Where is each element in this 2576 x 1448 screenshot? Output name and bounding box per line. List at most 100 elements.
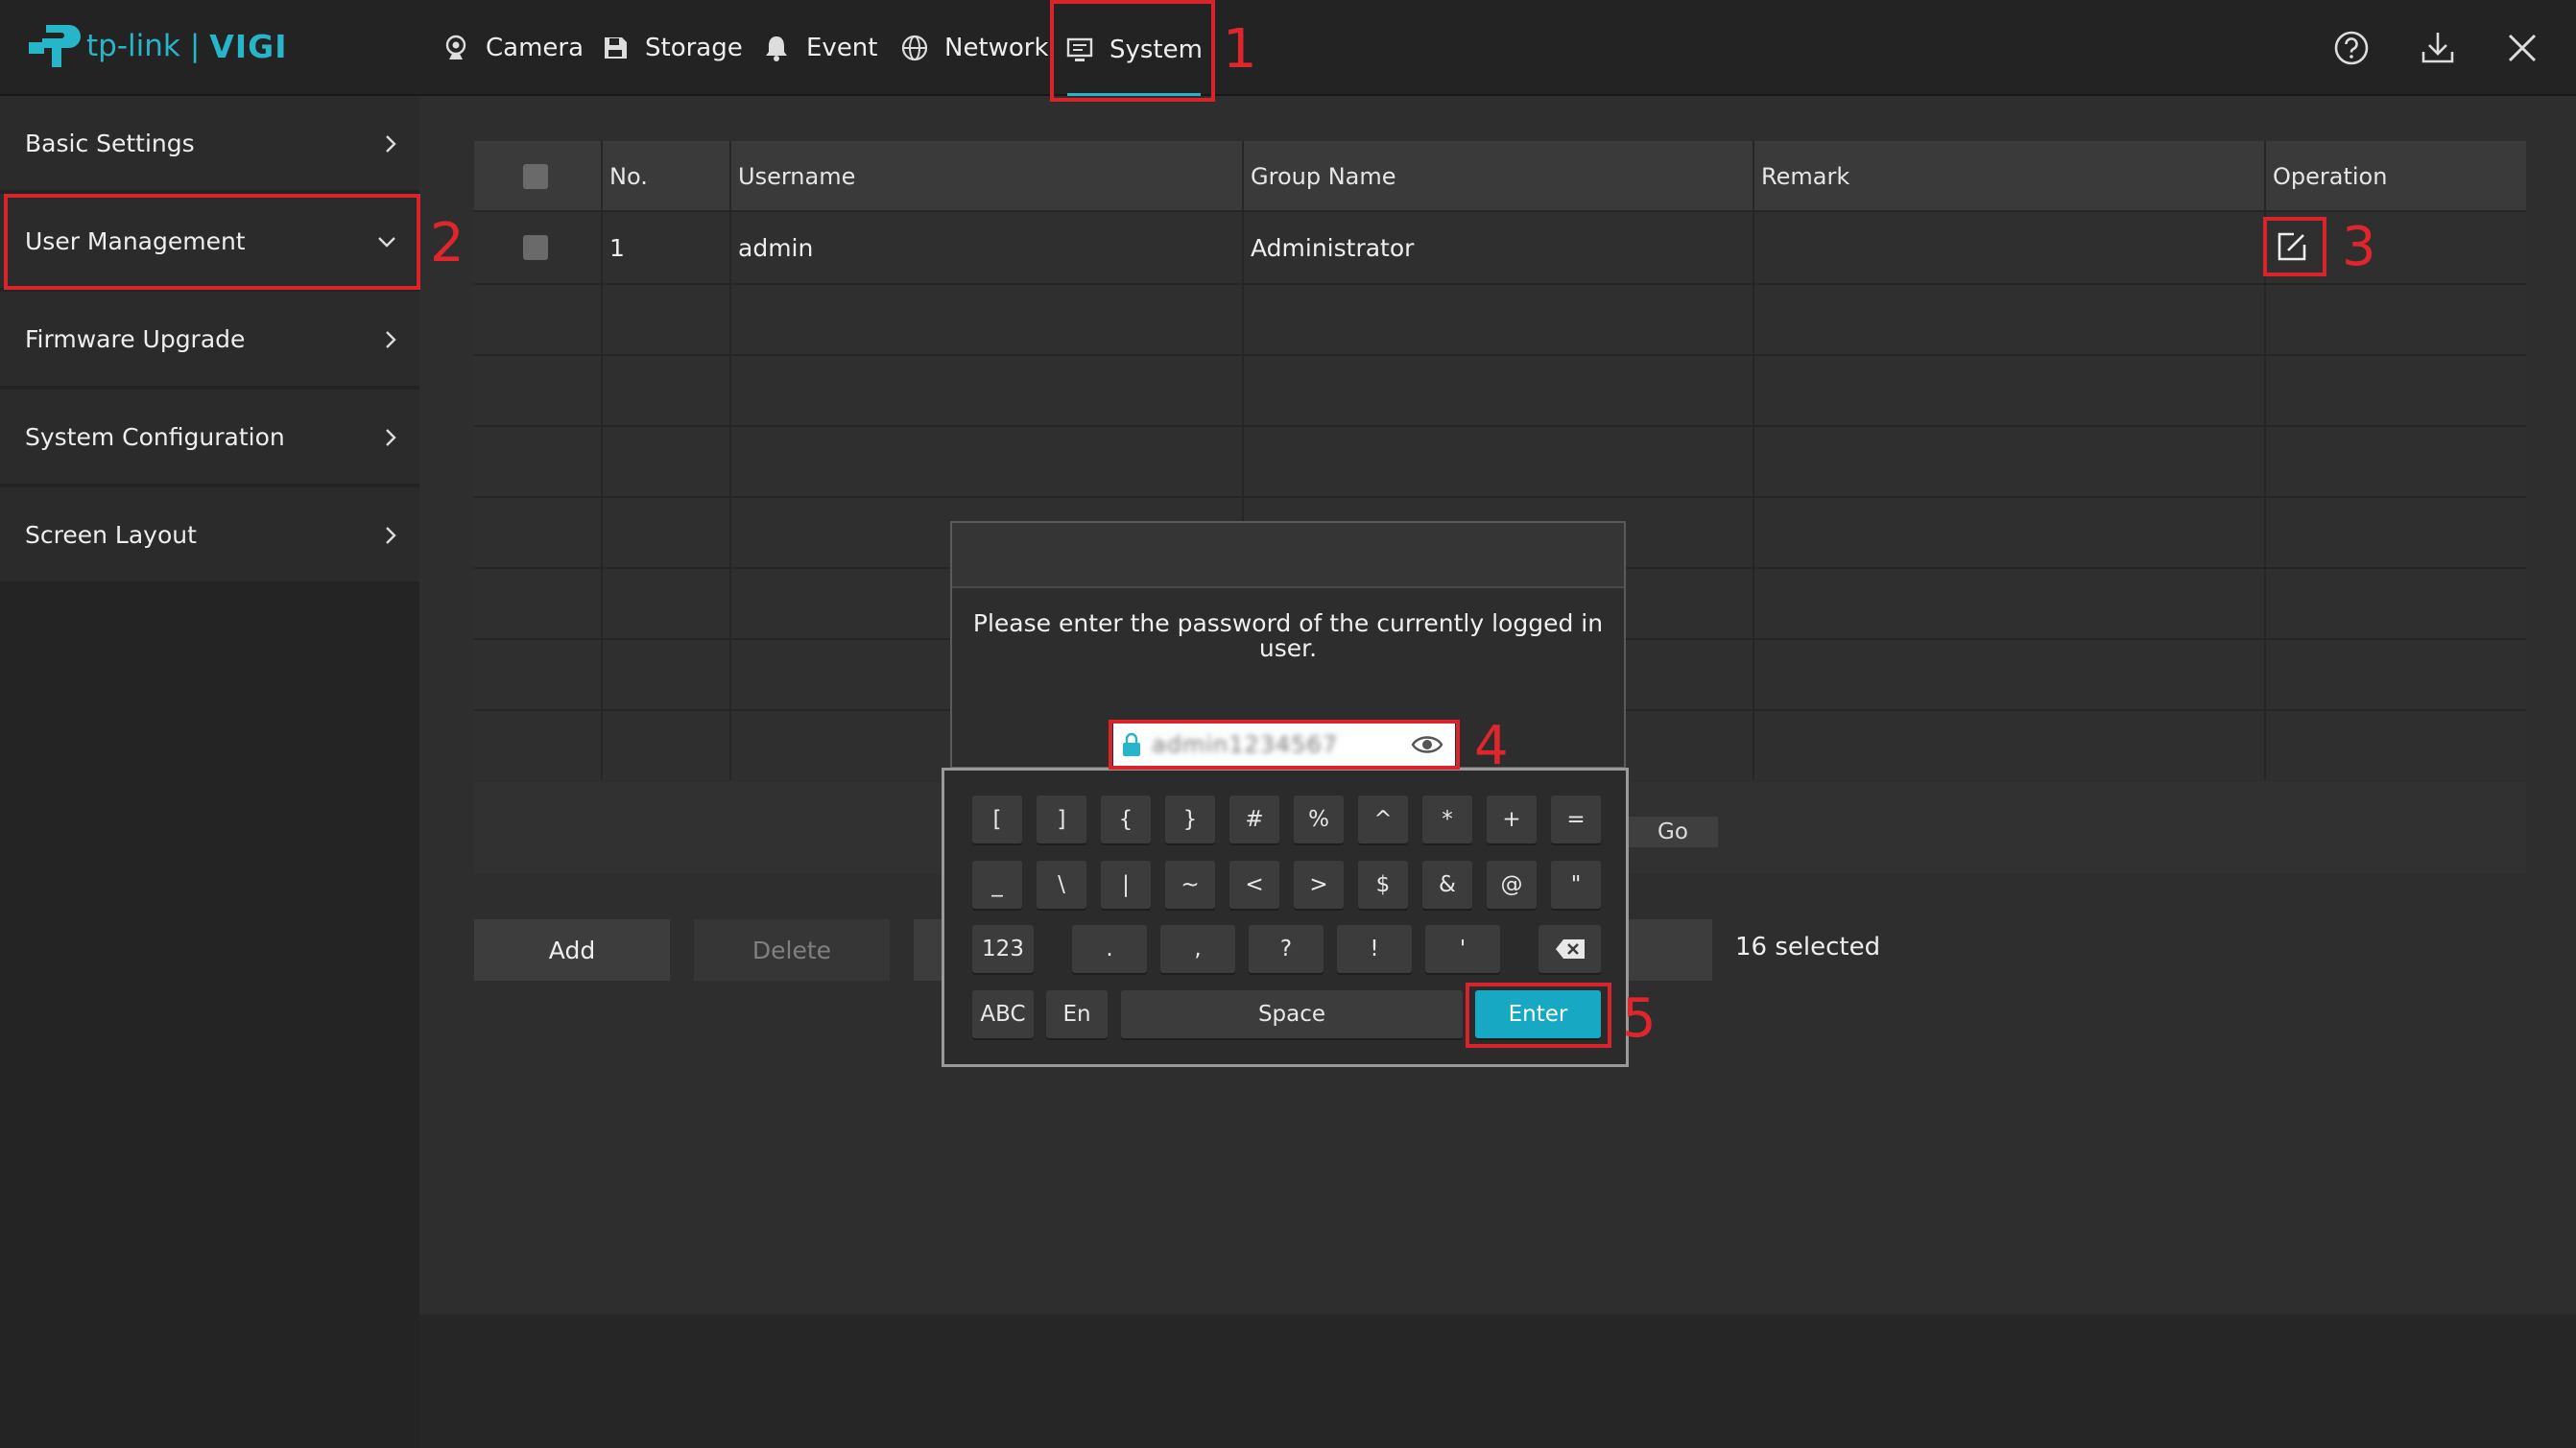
download-icon[interactable] — [2419, 29, 2457, 67]
nav-network-label: Network — [944, 34, 1049, 62]
sidebar-item-screen-layout[interactable]: Screen Layout — [0, 487, 419, 583]
highlight-box-enter — [1466, 983, 1611, 1048]
nav-camera[interactable]: Camera — [441, 0, 584, 96]
logo-brand-text: tp-link — [86, 29, 180, 63]
header-remark: Remark — [1761, 163, 1850, 190]
sidebar-item-label: System Configuration — [25, 422, 285, 451]
nav-network[interactable]: Network — [900, 0, 1049, 96]
key-percent[interactable]: % — [1294, 795, 1344, 843]
cell-remark — [1753, 212, 1761, 283]
key-period[interactable]: . — [1072, 925, 1147, 973]
dialog-message: Please enter the password of the current… — [972, 609, 1604, 662]
nav-camera-label: Camera — [486, 34, 584, 62]
sidebar-item-label: Basic Settings — [25, 129, 195, 157]
step-number: 3 — [2342, 216, 2376, 278]
key-ampersand[interactable]: & — [1422, 861, 1472, 909]
add-button[interactable]: Add — [474, 919, 670, 981]
nav-event-label: Event — [806, 34, 878, 62]
key-space[interactable]: Space — [1121, 990, 1463, 1038]
highlight-box-system — [1050, 0, 1215, 102]
key-123[interactable]: 123 — [972, 925, 1034, 973]
nav-storage-label: Storage — [645, 34, 743, 62]
key-asterisk[interactable]: * — [1422, 795, 1472, 843]
key-equals[interactable]: = — [1551, 795, 1601, 843]
key-pipe[interactable]: | — [1101, 861, 1151, 909]
highlight-box-user-management — [4, 194, 420, 290]
key-backslash[interactable]: \ — [1037, 861, 1086, 909]
step-number: 1 — [1223, 18, 1257, 81]
step-number: 2 — [430, 212, 465, 274]
top-bar: tp-link | VIGI Camera Storage Event Netw… — [0, 0, 2576, 96]
key-dollar[interactable]: $ — [1358, 861, 1408, 909]
bell-icon — [766, 36, 787, 61]
key-less-than[interactable]: < — [1229, 861, 1279, 909]
key-hash[interactable]: # — [1229, 795, 1279, 843]
storage-icon — [605, 37, 627, 59]
row-divider — [474, 283, 2526, 285]
row-divider — [474, 496, 2526, 498]
key-exclamation[interactable]: ! — [1337, 925, 1412, 973]
sidebar-item-basic-settings[interactable]: Basic Settings — [0, 96, 419, 192]
globe-icon — [901, 35, 928, 61]
sidebar-item-system-configuration[interactable]: System Configuration — [0, 390, 419, 486]
header-username: Username — [738, 163, 856, 190]
sidebar: Basic Settings User Management Firmware … — [0, 96, 419, 1448]
logo-separator: | — [189, 29, 201, 63]
backspace-icon — [1555, 939, 1585, 959]
main-footer-area — [419, 1315, 2576, 1448]
help-icon[interactable] — [2332, 29, 2371, 67]
chevron-right-icon — [386, 331, 396, 348]
logo-product-text: VIGI — [209, 27, 288, 65]
nav-event[interactable]: Event — [762, 0, 877, 96]
delete-button[interactable]: Delete — [694, 919, 890, 981]
action-button-partial[interactable] — [1628, 919, 1712, 981]
cell-group-name: Administrator — [1251, 233, 1415, 262]
tp-link-logo-icon — [29, 25, 81, 67]
key-greater-than[interactable]: > — [1294, 861, 1344, 909]
tp-link-vigi-logo: tp-link | VIGI — [25, 17, 287, 75]
key-tilde[interactable]: ~ — [1165, 861, 1215, 909]
header-operation: Operation — [2273, 163, 2388, 190]
key-caret[interactable]: ^ — [1358, 795, 1408, 843]
chevron-right-icon — [386, 527, 396, 544]
key-apostrophe[interactable]: ' — [1425, 925, 1500, 973]
key-quote[interactable]: " — [1551, 861, 1601, 909]
key-question[interactable]: ? — [1249, 925, 1324, 973]
sidebar-item-label: Firmware Upgrade — [25, 324, 246, 353]
sidebar-item-firmware-upgrade[interactable]: Firmware Upgrade — [0, 292, 419, 388]
key-underscore[interactable]: _ — [972, 861, 1022, 909]
camera-icon — [445, 35, 466, 59]
key-plus[interactable]: + — [1487, 795, 1537, 843]
close-icon[interactable] — [2503, 29, 2541, 67]
chevron-right-icon — [386, 429, 396, 446]
row-divider — [474, 354, 2526, 356]
dialog-header — [952, 523, 1624, 588]
key-close-brace[interactable]: } — [1165, 795, 1215, 843]
step-number: 4 — [1474, 715, 1509, 777]
step-number: 5 — [1622, 987, 1657, 1050]
backspace-key[interactable] — [1538, 925, 1601, 973]
row-divider — [474, 425, 2526, 427]
chevron-right-icon — [386, 135, 396, 153]
sidebar-item-label: Screen Layout — [25, 520, 197, 549]
table-header: No. Username Group Name Remark Operation — [474, 141, 2526, 212]
highlight-box-password — [1109, 720, 1460, 770]
key-comma[interactable]: , — [1160, 925, 1235, 973]
row-checkbox[interactable] — [523, 235, 548, 260]
selected-count: 16 selected — [1735, 933, 1881, 961]
select-all-checkbox[interactable] — [523, 164, 548, 189]
key-at[interactable]: @ — [1487, 861, 1537, 909]
key-abc[interactable]: ABC — [972, 990, 1034, 1038]
key-open-brace[interactable]: { — [1101, 795, 1151, 843]
key-close-bracket[interactable]: ] — [1037, 795, 1086, 843]
go-button[interactable]: Go — [1628, 817, 1718, 847]
key-language[interactable]: En — [1046, 990, 1108, 1038]
cell-no: 1 — [609, 233, 625, 262]
highlight-box-edit — [2263, 217, 2326, 276]
cell-username: admin — [738, 233, 814, 262]
header-group-name: Group Name — [1251, 163, 1396, 190]
nav-storage[interactable]: Storage — [601, 0, 743, 96]
action-button-partial[interactable] — [914, 919, 942, 981]
key-open-bracket[interactable]: [ — [972, 795, 1022, 843]
header-no: No. — [609, 163, 648, 190]
